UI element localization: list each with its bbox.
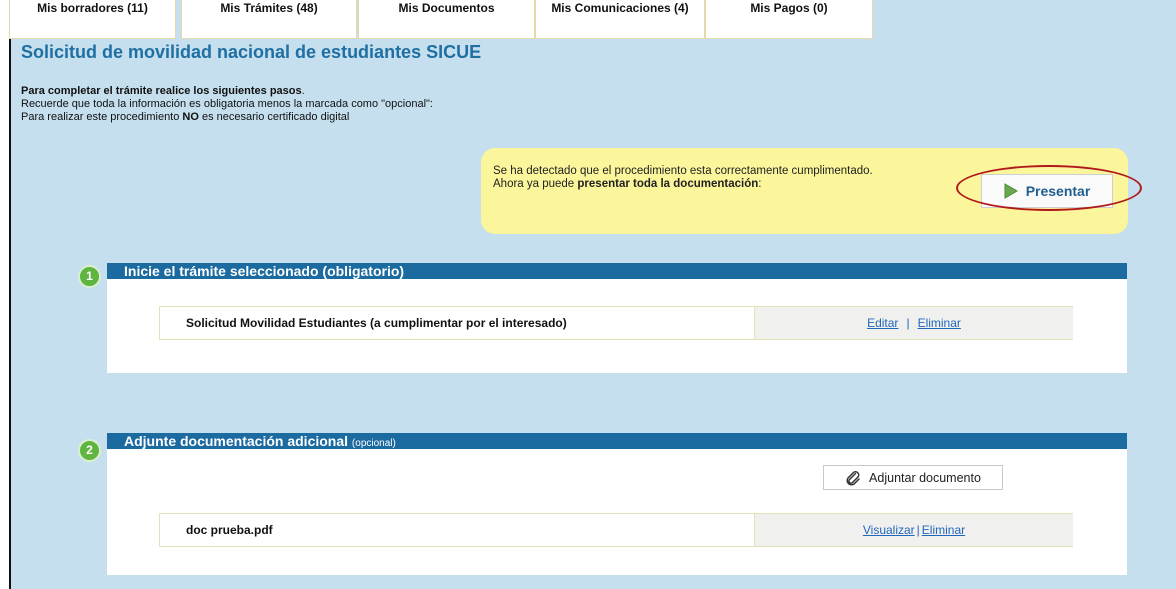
instructions-certificate: Para realizar este procedimiento NO es n…: [21, 111, 350, 123]
tab-tramites[interactable]: Mis Trámites (48): [181, 0, 357, 39]
edit-link[interactable]: Editar: [867, 316, 898, 330]
step-2-panel: Adjuntar documento doc prueba.pdf Visual…: [107, 449, 1127, 575]
completion-notice: Se ha detectado que el procedimiento est…: [481, 148, 1142, 234]
notice-text: Se ha detectado que el procedimiento est…: [493, 165, 873, 190]
tab-borradores[interactable]: Mis borradores (11): [9, 0, 176, 39]
tab-documentos[interactable]: Mis Documentos: [358, 0, 535, 39]
view-link[interactable]: Visualizar: [863, 523, 915, 537]
attach-document-button[interactable]: Adjuntar documento: [823, 465, 1003, 490]
step-1-badge: 1: [78, 265, 101, 288]
instructions-heading: Para completar el trámite realice los si…: [21, 85, 305, 97]
attach-document-label: Adjuntar documento: [869, 470, 981, 485]
step-1-document-name: Solicitud Movilidad Estudiantes (a cumpl…: [186, 316, 567, 330]
tab-comunicaciones[interactable]: Mis Comunicaciones (4): [535, 0, 705, 39]
app-frame: Mis borradores (11) Mis Trámites (48) Mi…: [0, 0, 1176, 589]
step-1-panel: Solicitud Movilidad Estudiantes (a cumpl…: [107, 279, 1127, 373]
step-1-document-row: Solicitud Movilidad Estudiantes (a cumpl…: [159, 306, 1073, 340]
tab-bar: Mis borradores (11) Mis Trámites (48) Mi…: [9, 0, 873, 39]
delete-link[interactable]: Eliminar: [922, 523, 965, 537]
step-1-header: Inicie el trámite seleccionado (obligato…: [107, 263, 1127, 279]
link-separator: |: [906, 316, 910, 330]
main-content: Mis borradores (11) Mis Trámites (48) Mi…: [9, 0, 1176, 589]
instructions: Para completar el trámite realice los si…: [21, 85, 433, 124]
instructions-note: Recuerde que toda la información es obli…: [21, 98, 433, 110]
highlight-circle: [956, 165, 1142, 211]
step-2-document-actions: Visualizar | Eliminar: [754, 514, 1073, 546]
left-margin: [0, 0, 9, 589]
step-2-badge: 2: [78, 439, 101, 462]
step-1-document-actions: Editar | Eliminar: [754, 307, 1073, 339]
link-separator: |: [916, 523, 920, 537]
paperclip-icon: [846, 470, 860, 486]
step-2-document-row: doc prueba.pdf Visualizar | Eliminar: [159, 513, 1073, 547]
step-2-header: Adjunte documentación adicional (opciona…: [107, 433, 1127, 449]
tab-pagos[interactable]: Mis Pagos (0): [705, 0, 873, 39]
page-title: Solicitud de movilidad nacional de estud…: [21, 42, 482, 62]
step-2-document-name: doc prueba.pdf: [186, 523, 273, 537]
delete-link[interactable]: Eliminar: [918, 316, 961, 330]
